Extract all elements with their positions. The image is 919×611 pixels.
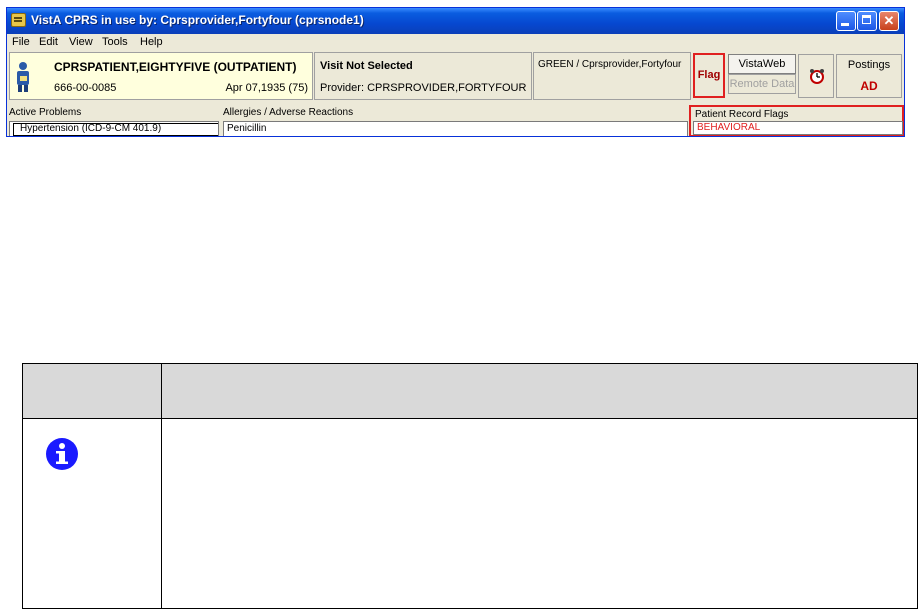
menu-view[interactable]: View [69,36,93,48]
list-item[interactable]: Penicillin [227,123,266,134]
provider-name: Provider: CPRSPROVIDER,FORTYFOUR [320,82,527,94]
patient-inquiry-button[interactable]: CPRSPATIENT,EIGHTYFIVE (OUTPATIENT) 666-… [9,52,313,100]
primary-care-team-button[interactable]: GREEN / Cprsprovider,Fortyfour [533,52,691,100]
reminders-button[interactable] [798,54,834,98]
menu-edit[interactable]: Edit [39,36,58,48]
note-table [22,363,918,609]
window-title: VistA CPRS in use by: Cprsprovider,Forty… [31,13,364,27]
note-header-description [161,363,918,419]
info-icon [46,438,78,470]
patient-record-flags-list[interactable]: BEHAVIORAL [693,121,903,135]
visit-status: Visit Not Selected [320,60,413,72]
allergies-list[interactable]: Penicillin [223,121,688,136]
patient-name: CPRSPATIENT,EIGHTYFIVE (OUTPATIENT) [54,60,297,74]
active-problems-label: Active Problems [9,107,82,118]
note-text-cell [161,418,918,609]
cprs-window: VistA CPRS in use by: Cprsprovider,Forty… [6,7,905,137]
postings-code: AD [860,79,878,93]
primary-care-team: GREEN / Cprsprovider,Fortyfour [538,59,682,70]
active-problems-list[interactable]: Hypertension (ICD-9-CM 401.9) [9,121,219,136]
app-icon [11,13,26,27]
title-bar[interactable]: VistA CPRS in use by: Cprsprovider,Forty… [7,8,904,34]
minimize-button[interactable] [836,11,856,31]
menu-tools[interactable]: Tools [102,36,128,48]
list-item[interactable]: BEHAVIORAL [697,122,760,133]
allergies-label: Allergies / Adverse Reactions [223,107,354,118]
flag-button[interactable]: Flag [693,53,725,98]
menu-help[interactable]: Help [140,36,163,48]
postings-label: Postings [847,59,891,71]
patient-icon [17,62,29,92]
menu-file[interactable]: File [12,36,30,48]
menu-bar: File Edit View Tools Help [7,34,904,51]
patient-record-flags-label: Patient Record Flags [695,109,789,120]
list-item[interactable]: Hypertension (ICD-9-CM 401.9) [13,123,218,136]
remote-data-button[interactable]: Remote Data [728,74,796,94]
close-button[interactable] [879,11,899,31]
alarm-clock-icon [810,69,824,84]
vistaweb-button[interactable]: VistaWeb [728,54,796,74]
visit-button[interactable]: Visit Not Selected Provider: CPRSPROVIDE… [314,52,532,100]
maximize-button[interactable] [857,11,877,31]
patient-dob: Apr 07,1935 (75) [225,82,308,94]
postings-button[interactable]: Postings AD [836,54,902,98]
note-icon-cell [22,418,162,609]
patient-ssn: 666-00-0085 [54,82,117,94]
patient-record-flags-panel: Patient Record Flags BEHAVIORAL [689,105,904,136]
note-header-icon [22,363,162,419]
